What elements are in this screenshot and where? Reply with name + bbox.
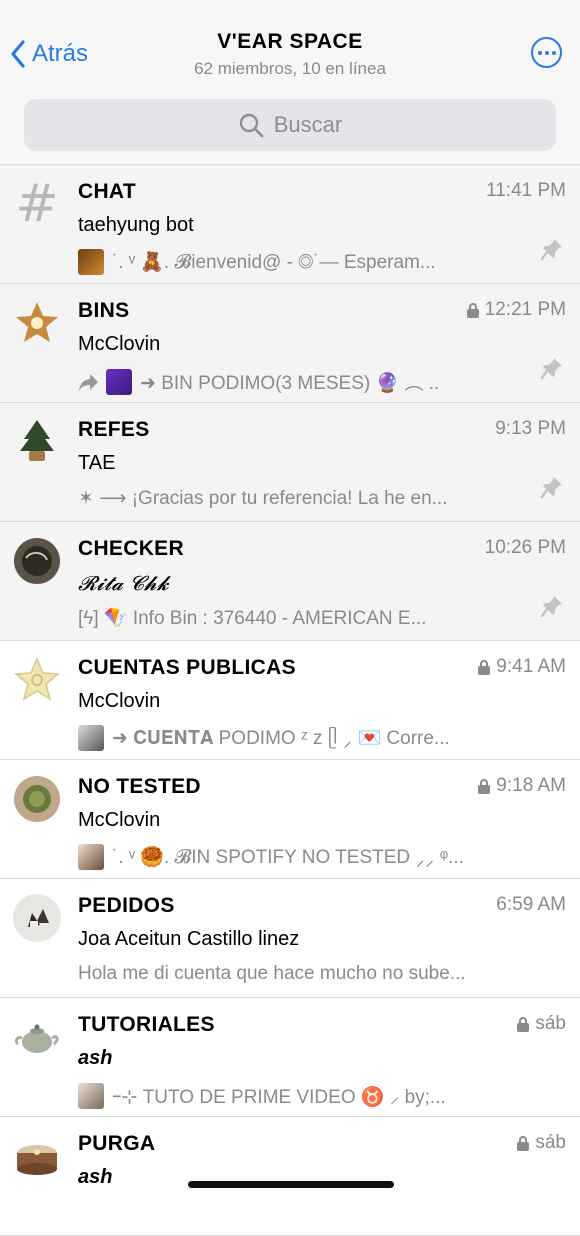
time-label: 6:59 AM [496,894,566,915]
video-thumbnail [78,249,104,275]
image-thumbnail [106,368,132,395]
chat-preview: ˙. ᵛ 🥮. 𝓑IN SPOTIFY NO TESTED ⸝⸝ ᵠ... [78,844,526,870]
video-thumbnail [78,1082,104,1109]
chat-preview: ˙. ᵛ 🧸. 𝓑ienvenid@ - ◎˙— Esperam... [78,249,526,275]
chat-name: NO TESTED [78,775,201,798]
list-item[interactable]: PURGA sáb ash [0,1117,580,1236]
chat-list: # CHAT 11:41 PM taehyung bot ˙. ᵛ 🧸. 𝓑ie… [0,165,580,1236]
preview-text: [ϟ] 🪁 Info Bin : 376440 - AMERICAN E... [78,608,427,629]
more-options-button[interactable] [531,37,562,68]
chat-sender: ash [78,1166,113,1188]
chat-preview: ➜ 𝐂𝐔𝐄𝐍𝐓𝐀 PODIMO ᶻ z ᥫ ⸝ 💌 Corre... [78,725,526,751]
chat-sender: McClovin [78,690,161,712]
dot-icon [537,50,542,55]
time-label: 9:18 AM [496,775,566,796]
chat-preview: ✶ ⟶ ¡Gracias por tu referencia! La he en… [78,487,526,510]
chat-name: TUTORIALES [78,1013,215,1036]
preview-text: ˙. ᵛ 🥮. 𝓑IN SPOTIFY NO TESTED ⸝⸝ ᵠ... [112,847,464,868]
forward-icon [79,373,98,391]
teapot-avatar [12,1012,62,1062]
chat-sender: ash [78,1047,113,1069]
time-label: sáb [535,1013,566,1034]
home-indicator[interactable] [188,1181,394,1188]
preview-text: ˙. ᵛ 🧸. 𝓑ienvenid@ - ◎˙— Esperam... [112,252,436,273]
list-item[interactable]: TUTORIALES sáb ash ｰ⊹ TUTO DE PRIME VIDE… [0,998,580,1117]
dot-icon [544,50,549,55]
time-label: 9:41 AM [496,656,566,677]
chat-name: PURGA [78,1132,156,1155]
pin-icon [540,596,562,618]
lock-icon [517,1017,530,1032]
list-item[interactable]: CHECKER 10:26 PM 𝓡𝓲𝓽𝓪 𝓒𝓱𝓴 [ϟ] 🪁 Info Bin… [0,522,580,641]
time-label: 11:41 PM [486,180,566,201]
chat-preview: [ϟ] 🪁 Info Bin : 376440 - AMERICAN E... [78,606,526,630]
list-item[interactable]: # CHAT 11:41 PM taehyung bot ˙. ᵛ 🧸. 𝓑ie… [0,165,580,284]
chat-preview: Hola me di cuenta que hace mucho no sube… [78,963,526,985]
member-count: 62 miembros, 10 en línea [194,59,386,78]
chat-time: 9:41 AM [477,656,566,678]
chat-name: CUENTAS PUBLICAS [78,656,296,679]
chat-preview: ｰ⊹ TUTO DE PRIME VIDEO ♉ ⸝ by;... [78,1082,526,1109]
list-item[interactable]: REFES 9:13 PM TAE ✶ ⟶ ¡Gracias por tu re… [0,403,580,522]
pin-icon [540,358,562,380]
chat-name: CHAT [78,180,136,203]
chat-sender: taehyung bot [78,214,194,236]
chat-sender: TAE [78,452,116,474]
image-thumbnail [78,844,104,870]
chat-sender: McClovin [78,809,161,831]
chat-name: REFES [78,418,150,441]
chat-time: 12:21 PM [466,299,566,321]
preview-text: ｰ⊹ TUTO DE PRIME VIDEO ♉ ⸝ by;... [112,1087,446,1108]
chat-time: sáb [516,1013,566,1035]
chat-preview: ➜ BIN PODIMO(3 MESES) 🔮 ︵ .. [78,368,526,395]
star-avatar [12,655,62,705]
chat-sender: 𝓡𝓲𝓽𝓪 𝓒𝓱𝓴 [78,571,169,595]
chat-time: 11:41 PM [486,180,566,202]
chat-time: 6:59 AM [496,894,566,916]
search-placeholder: Buscar [273,112,343,137]
matcha-avatar [12,774,62,824]
bowl-avatar [12,536,62,586]
candle-avatar [12,1131,62,1181]
lock-icon [478,779,491,794]
tree-avatar [12,417,62,467]
nav-header: Atrás V'EAR SPACE 62 miembros, 10 en lín… [0,0,580,165]
chat-time: 9:13 PM [495,418,566,440]
hash-icon: # [15,174,59,234]
list-item[interactable]: NO TESTED 9:18 AM McClovin ˙. ᵛ 🥮. 𝓑IN S… [0,760,580,879]
time-label: 10:26 PM [484,537,566,558]
time-label: sáb [535,1132,566,1153]
pin-icon [540,239,562,261]
list-item[interactable]: BINS 12:21 PM McClovin ➜ BIN PODIMO(3 ME… [0,284,580,403]
list-item[interactable]: PEDIDOS 6:59 AM Joa Aceitun Castillo lin… [0,879,580,998]
preview-text: ➜ BIN PODIMO(3 MESES) 🔮 ︵ .. [140,373,440,394]
chat-time: 9:18 AM [477,775,566,797]
chat-name: CHECKER [78,537,184,560]
time-label: 12:21 PM [484,299,566,320]
lock-icon [466,303,479,318]
onigiri-avatar [12,893,62,943]
chat-time: 10:26 PM [485,537,566,559]
image-thumbnail [78,725,104,751]
chat-time: sáb [516,1132,566,1154]
preview-text: ➜ 𝐂𝐔𝐄𝐍𝐓𝐀 PODIMO ᶻ z ᥫ ⸝ 💌 Corre... [112,728,450,749]
lock-icon [478,660,491,675]
preview-text: ✶ ⟶ ¡Gracias por tu referencia! La he en… [78,488,448,509]
time-label: 9:13 PM [495,418,566,439]
chat-name: PEDIDOS [78,894,175,917]
search-input[interactable]: Buscar [24,99,556,151]
preview-text: Hola me di cuenta que hace mucho no sube… [78,963,466,984]
search-icon [239,113,264,138]
chat-name: BINS [78,299,130,322]
list-item[interactable]: CUENTAS PUBLICAS 9:41 AM McClovin ➜ 𝐂𝐔𝐄𝐍… [0,641,580,760]
star-candle-avatar [12,298,62,348]
chat-sender: McClovin [78,333,161,355]
chat-sender: Joa Aceitun Castillo linez [78,928,300,950]
dot-icon [551,50,556,55]
page-title[interactable]: V'EAR SPACE [0,30,580,54]
pin-icon [540,477,562,499]
lock-icon [517,1136,530,1151]
